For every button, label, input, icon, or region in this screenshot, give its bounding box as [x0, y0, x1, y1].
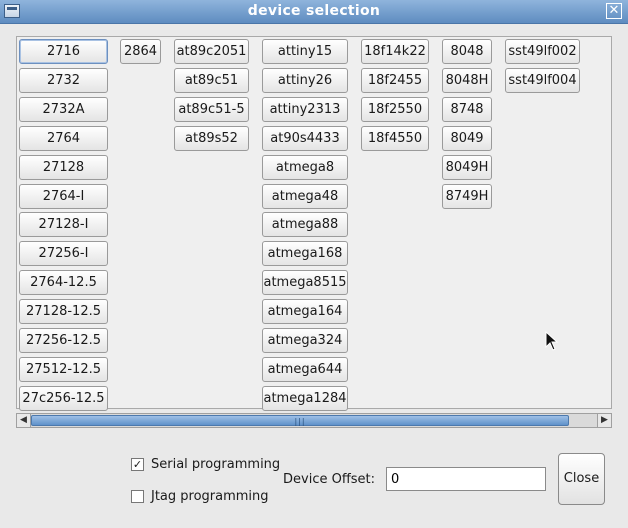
scroll-right-arrow-icon[interactable]: ▶ — [597, 414, 611, 427]
device-button-sst49lf004[interactable]: sst49lf004 — [505, 67, 580, 93]
device-button-atmega88[interactable]: atmega88 — [262, 212, 348, 238]
device-button-18f14k22[interactable]: 18f14k22 — [361, 39, 429, 64]
device-button-attiny15[interactable]: attiny15 — [262, 39, 348, 64]
device-button-8048[interactable]: 8048 — [442, 39, 492, 64]
device-offset-input[interactable] — [386, 467, 546, 491]
device-button-27512-12.5[interactable]: 27512-12.5 — [19, 356, 108, 382]
device-button-atmega164[interactable]: atmega164 — [262, 299, 348, 325]
device-button-atmega8[interactable]: atmega8 — [262, 154, 348, 180]
device-button-27c256-12.5[interactable]: 27c256-12.5 — [19, 385, 108, 411]
device-button-27256-i[interactable]: 27256-I — [19, 241, 108, 267]
device-button-27128-12.5[interactable]: 27128-12.5 — [19, 299, 108, 325]
device-button-atmega1284[interactable]: atmega1284 — [262, 385, 348, 411]
device-button-18f4550[interactable]: 18f4550 — [361, 125, 429, 151]
device-button-atmega324[interactable]: atmega324 — [262, 328, 348, 353]
device-button-2764[interactable]: 2764 — [19, 125, 108, 151]
device-button-18f2455[interactable]: 18f2455 — [361, 67, 429, 93]
device-button-8049[interactable]: 8049 — [442, 125, 492, 151]
device-button-atmega48[interactable]: atmega48 — [262, 183, 348, 209]
device-button-8049h[interactable]: 8049H — [442, 154, 492, 180]
device-button-atmega644[interactable]: atmega644 — [262, 356, 348, 382]
device-button-atmega168[interactable]: atmega168 — [262, 241, 348, 267]
device-button-8749h[interactable]: 8749H — [442, 183, 492, 209]
device-button-at89c51[interactable]: at89c51 — [174, 67, 249, 93]
device-button-2764-i[interactable]: 2764-I — [19, 183, 108, 209]
scrollbar-grip-icon: ||| — [294, 417, 306, 426]
device-offset-label: Device Offset: — [283, 472, 376, 487]
device-button-at89c51-5[interactable]: at89c51-5 — [174, 96, 249, 122]
device-button-27128-i[interactable]: 27128-I — [19, 212, 108, 238]
horizontal-scrollbar[interactable]: ◀ ||| ▶ — [16, 413, 612, 428]
scroll-left-arrow-icon[interactable]: ◀ — [17, 414, 31, 427]
device-button-sst49lf002[interactable]: sst49lf002 — [505, 39, 580, 64]
device-button-2732[interactable]: 2732 — [19, 67, 108, 93]
device-button-attiny26[interactable]: attiny26 — [262, 67, 348, 93]
device-button-2764-12.5[interactable]: 2764-12.5 — [19, 270, 108, 296]
mouse-pointer-icon — [545, 331, 559, 351]
window-close-icon[interactable]: ✕ — [606, 3, 622, 19]
jtag-programming-label: Jtag programming — [151, 489, 269, 504]
device-button-27128[interactable]: 27128 — [19, 154, 108, 180]
device-list-panel: 2716 2732 2732A 2764 27128 2764-I 27128-I 27256… — [16, 36, 612, 411]
title-bar: device selection ✕ — [0, 0, 628, 24]
device-button-8748[interactable]: 8748 — [442, 96, 492, 122]
serial-programming-label: Serial programming — [151, 457, 281, 472]
checkmark-icon[interactable]: ✓ — [131, 458, 144, 471]
close-button[interactable]: Close — [558, 453, 605, 505]
device-button-at89s52[interactable]: at89s52 — [174, 125, 249, 151]
device-button-2864[interactable]: 2864 — [120, 39, 161, 64]
device-button-at89c2051[interactable]: at89c2051 — [174, 39, 249, 64]
window-title: device selection — [247, 3, 381, 19]
device-button-at90s4433[interactable]: at90s4433 — [262, 125, 348, 151]
device-button-2716[interactable]: 2716 — [19, 39, 108, 64]
device-button-2732a[interactable]: 2732A — [19, 96, 108, 122]
device-button-18f2550[interactable]: 18f2550 — [361, 96, 429, 122]
device-button-8048h[interactable]: 8048H — [442, 67, 492, 93]
serial-programming-checkbox[interactable]: ✓ Serial programming — [131, 457, 280, 472]
scrollbar-thumb[interactable]: ||| — [31, 415, 569, 426]
device-button-attiny2313[interactable]: attiny2313 — [262, 96, 348, 122]
jtag-programming-checkbox[interactable]: Jtag programming — [131, 489, 269, 504]
checkbox-box[interactable] — [131, 490, 144, 503]
device-button-atmega8515[interactable]: atmega8515 — [262, 270, 348, 296]
device-button-27256-12.5[interactable]: 27256-12.5 — [19, 328, 108, 353]
